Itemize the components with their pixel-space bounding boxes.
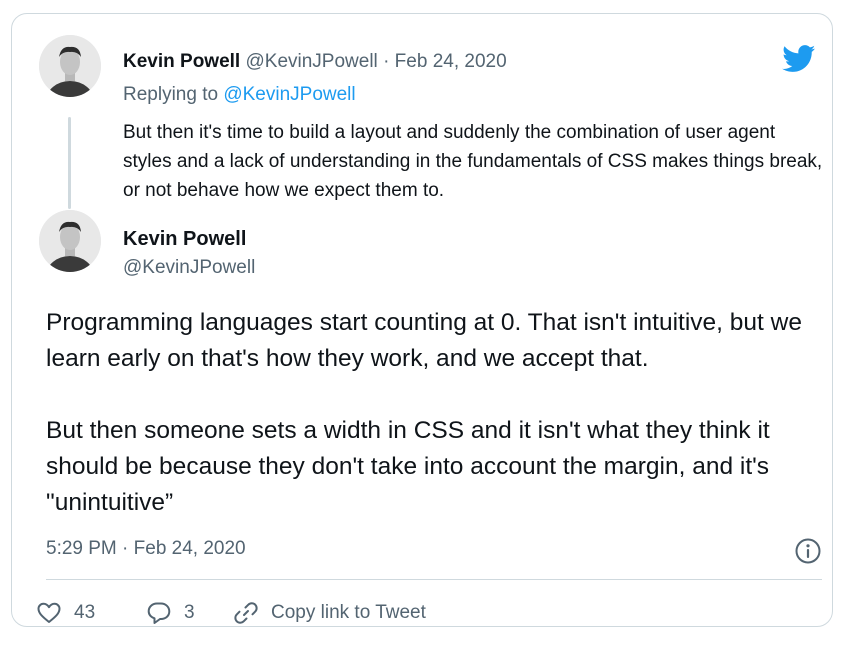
like-count: 43 bbox=[74, 602, 96, 623]
reply-count: 3 bbox=[184, 602, 195, 623]
replying-to-handle-link[interactable]: @KevinJPowell bbox=[223, 84, 355, 105]
reply-button[interactable]: 3 bbox=[146, 600, 195, 626]
heart-icon bbox=[37, 602, 61, 623]
thread-connector-line bbox=[68, 117, 71, 209]
info-icon[interactable] bbox=[794, 537, 822, 565]
actions-divider bbox=[46, 579, 822, 580]
tweet-timestamp[interactable]: 5:29 PM · Feb 24, 2020 bbox=[46, 538, 246, 560]
main-author-name[interactable]: Kevin Powell bbox=[123, 228, 246, 251]
copy-link-button[interactable]: Copy link to Tweet bbox=[233, 600, 426, 626]
main-author-handle[interactable]: @KevinJPowell bbox=[123, 257, 255, 279]
replying-label: Replying to bbox=[123, 84, 219, 105]
like-button[interactable]: 43 bbox=[36, 600, 95, 626]
speech-bubble-icon bbox=[147, 602, 171, 624]
copy-link-label: Copy link to Tweet bbox=[271, 602, 426, 623]
reply-author-name[interactable]: Kevin Powell bbox=[123, 51, 240, 72]
header-separator: · bbox=[383, 51, 390, 72]
main-tweet-paragraph: Programming languages start counting at … bbox=[46, 309, 802, 372]
reply-tweet-date[interactable]: Feb 24, 2020 bbox=[395, 51, 507, 72]
link-icon bbox=[234, 602, 258, 624]
replying-to-line: Replying to @KevinJPowell bbox=[123, 84, 356, 106]
reply-author-handle[interactable]: @KevinJPowell bbox=[245, 51, 377, 72]
main-tweet-text: Programming languages start counting at … bbox=[46, 305, 826, 521]
main-author-avatar[interactable] bbox=[39, 210, 101, 272]
reply-author-avatar[interactable] bbox=[39, 35, 101, 97]
twitter-bird-icon[interactable] bbox=[782, 45, 816, 73]
tweet-card: Kevin Powell @KevinJPowell · Feb 24, 202… bbox=[11, 13, 833, 627]
reply-tweet-header: Kevin Powell @KevinJPowell · Feb 24, 202… bbox=[123, 51, 507, 73]
main-tweet-paragraph: But then someone sets a width in CSS and… bbox=[46, 417, 770, 516]
reply-tweet-text: But then it's time to build a layout and… bbox=[123, 122, 823, 201]
